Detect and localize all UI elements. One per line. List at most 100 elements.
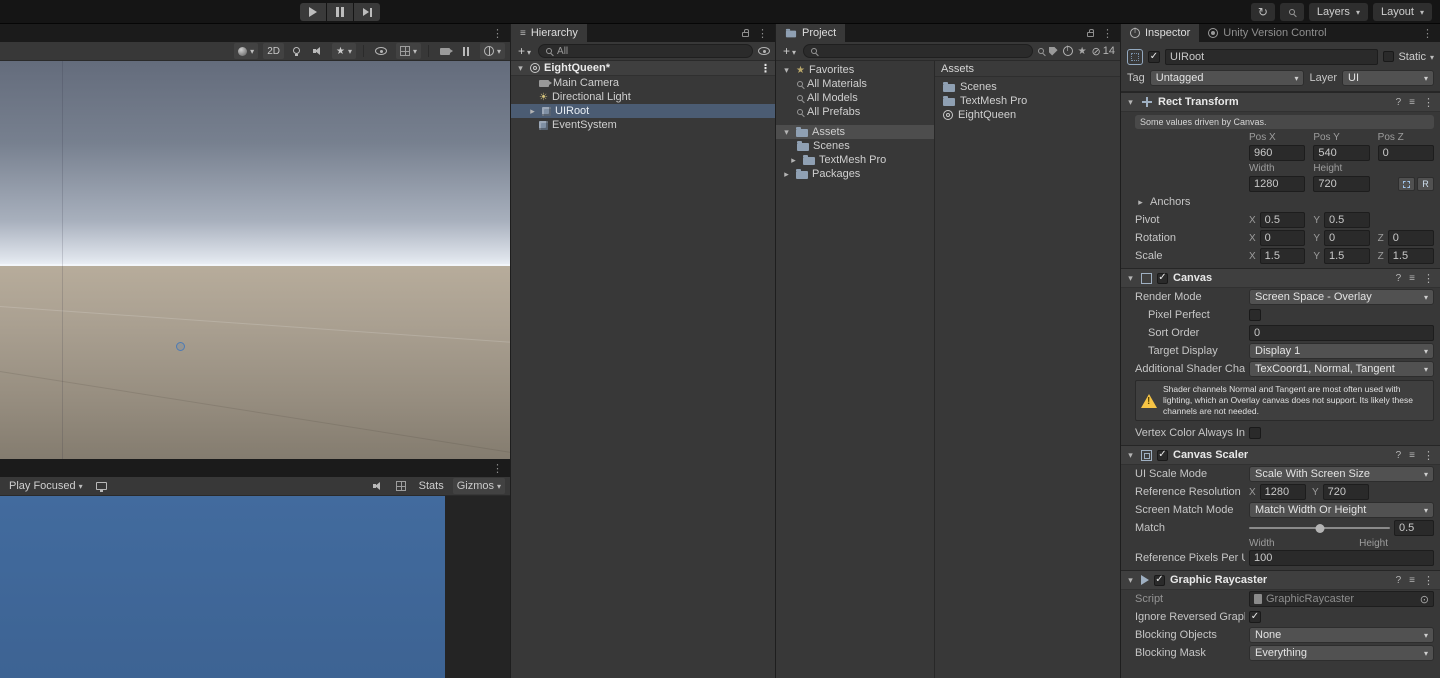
kebab-menu-icon[interactable] bbox=[1423, 449, 1434, 462]
raw-edit-mode-button[interactable]: R bbox=[1416, 177, 1434, 191]
asset-item-scenes[interactable]: Scenes bbox=[935, 80, 1120, 94]
tree-item-favorites[interactable]: Favorites bbox=[776, 63, 934, 77]
help-icon[interactable] bbox=[1396, 574, 1402, 586]
scene-overlays-button[interactable] bbox=[459, 43, 475, 59]
slider-knob[interactable] bbox=[1315, 524, 1324, 534]
search-button[interactable] bbox=[1279, 3, 1304, 21]
hierarchy-scene-row[interactable]: EightQueen* bbox=[511, 61, 775, 76]
play-button[interactable] bbox=[300, 3, 326, 21]
kebab-menu-icon[interactable] bbox=[760, 62, 771, 75]
foldout-arrow-icon[interactable] bbox=[1125, 575, 1136, 586]
render-mode-dropdown[interactable]: Screen Space - Overlay bbox=[1249, 289, 1434, 305]
hierarchy-item-directional-light[interactable]: Directional Light bbox=[511, 90, 775, 104]
blocking-mask-dropdown[interactable]: Everything bbox=[1249, 645, 1434, 662]
foldout-arrow-icon[interactable] bbox=[781, 65, 792, 76]
canvas-enabled-checkbox[interactable] bbox=[1157, 272, 1168, 284]
static-checkbox[interactable] bbox=[1383, 51, 1395, 62]
reference-ppu-field[interactable]: 100 bbox=[1249, 550, 1434, 567]
tree-item-all-materials[interactable]: All Materials bbox=[776, 77, 934, 91]
tree-item-packages[interactable]: Packages bbox=[776, 167, 934, 181]
help-icon[interactable] bbox=[1396, 449, 1402, 461]
scene-visibility-toggle[interactable] bbox=[371, 43, 391, 59]
play-focused-dropdown[interactable]: Play Focused bbox=[5, 478, 87, 494]
vsync-toggle[interactable] bbox=[392, 478, 410, 494]
blocking-objects-dropdown[interactable]: None bbox=[1249, 627, 1434, 644]
create-object-button[interactable]: + bbox=[516, 43, 533, 59]
canvas-scaler-enabled-checkbox[interactable] bbox=[1157, 449, 1168, 461]
script-field[interactable]: GraphicRaycaster bbox=[1249, 591, 1434, 608]
pixel-perfect-checkbox[interactable] bbox=[1249, 309, 1261, 321]
object-picker-icon[interactable] bbox=[1420, 593, 1429, 606]
pivot-x-field[interactable]: 0.5 bbox=[1259, 212, 1306, 228]
kebab-menu-icon[interactable] bbox=[1423, 272, 1434, 285]
pos-x-field[interactable]: 960 bbox=[1249, 145, 1306, 161]
layout-dropdown[interactable]: Layout bbox=[1372, 3, 1432, 21]
foldout-arrow-icon[interactable] bbox=[788, 155, 799, 166]
project-search-input[interactable] bbox=[803, 44, 1033, 58]
gizmos-dropdown-game[interactable]: Gizmos bbox=[452, 478, 505, 494]
foldout-arrow-icon[interactable] bbox=[781, 169, 792, 180]
rotation-z-field[interactable]: 0 bbox=[1387, 230, 1434, 246]
reference-y-field[interactable]: 720 bbox=[1322, 484, 1369, 501]
scale-x-field[interactable]: 1.5 bbox=[1259, 248, 1306, 264]
search-by-label-icon[interactable] bbox=[1048, 46, 1058, 56]
tree-item-textmesh-pro[interactable]: TextMesh Pro bbox=[776, 153, 934, 167]
graphic-raycaster-enabled-checkbox[interactable] bbox=[1154, 574, 1165, 586]
rotation-x-field[interactable]: 0 bbox=[1259, 230, 1306, 246]
save-search-icon[interactable] bbox=[1078, 45, 1087, 57]
stats-button[interactable]: Stats bbox=[415, 478, 448, 494]
display-dropdown[interactable] bbox=[92, 478, 111, 494]
lock-icon[interactable] bbox=[1087, 29, 1094, 37]
foldout-arrow-icon[interactable] bbox=[527, 106, 538, 117]
foldout-arrow-icon[interactable] bbox=[781, 127, 792, 138]
undo-history-button[interactable] bbox=[1250, 3, 1275, 21]
match-value-field[interactable]: 0.5 bbox=[1394, 520, 1434, 537]
hidden-packages-toggle[interactable]: 14 bbox=[1092, 45, 1115, 58]
tab-hierarchy[interactable]: Hierarchy bbox=[511, 24, 587, 42]
canvas-header[interactable]: Canvas bbox=[1121, 269, 1440, 288]
tag-dropdown[interactable]: Untagged bbox=[1149, 69, 1305, 86]
rotation-y-field[interactable]: 0 bbox=[1324, 230, 1370, 246]
asset-item-eightqueen[interactable]: EightQueen bbox=[935, 108, 1120, 122]
vertex-color-checkbox[interactable] bbox=[1249, 427, 1261, 440]
presets-icon[interactable] bbox=[1409, 272, 1415, 284]
help-icon[interactable] bbox=[1396, 272, 1402, 284]
gameobject-name-field[interactable]: UIRoot bbox=[1165, 48, 1379, 65]
hierarchy-search-input[interactable]: All bbox=[538, 44, 753, 58]
anchors-foldout[interactable]: Anchors bbox=[1121, 193, 1440, 211]
ui-scale-mode-dropdown[interactable]: Scale With Screen Size bbox=[1249, 466, 1434, 483]
scale-z-field[interactable]: 1.5 bbox=[1387, 248, 1434, 264]
hierarchy-item-main-camera[interactable]: Main Camera bbox=[511, 76, 775, 90]
gizmos-dropdown[interactable] bbox=[479, 43, 505, 59]
scene-effects-dropdown[interactable] bbox=[331, 43, 356, 59]
step-button[interactable] bbox=[354, 3, 380, 21]
height-field[interactable]: 720 bbox=[1313, 176, 1370, 192]
layers-dropdown[interactable]: Layers bbox=[1308, 3, 1368, 21]
lock-icon[interactable] bbox=[742, 29, 749, 37]
screen-match-mode-dropdown[interactable]: Match Width Or Height bbox=[1249, 502, 1434, 519]
blueprint-mode-button[interactable] bbox=[1397, 177, 1415, 191]
kebab-menu-icon[interactable] bbox=[1423, 574, 1434, 587]
kebab-menu-icon[interactable] bbox=[492, 462, 503, 475]
layer-dropdown[interactable]: UI bbox=[1342, 69, 1434, 86]
tree-item-scenes[interactable]: Scenes bbox=[776, 139, 934, 153]
kebab-menu-icon[interactable] bbox=[1423, 96, 1434, 109]
hierarchy-item-eventsystem[interactable]: EventSystem bbox=[511, 118, 775, 132]
pause-button[interactable] bbox=[327, 3, 353, 21]
presets-icon[interactable] bbox=[1409, 574, 1415, 586]
scale-y-field[interactable]: 1.5 bbox=[1324, 248, 1370, 264]
scene-audio-toggle[interactable] bbox=[309, 43, 327, 59]
active-checkbox[interactable] bbox=[1148, 50, 1160, 63]
draw-mode-dropdown[interactable] bbox=[234, 43, 259, 59]
game-viewport[interactable] bbox=[0, 496, 510, 678]
tab-unity-version-control[interactable]: Unity Version Control bbox=[1199, 24, 1335, 42]
selection-gizmo[interactable] bbox=[176, 342, 185, 351]
kebab-menu-icon[interactable] bbox=[757, 27, 768, 40]
help-icon[interactable] bbox=[1396, 96, 1402, 108]
scene-viewport[interactable] bbox=[0, 61, 510, 459]
presets-icon[interactable] bbox=[1409, 449, 1415, 461]
ignore-reversed-checkbox[interactable] bbox=[1249, 611, 1261, 624]
foldout-arrow-icon[interactable] bbox=[1125, 450, 1136, 461]
rect-transform-header[interactable]: Rect Transform bbox=[1121, 93, 1440, 112]
reference-x-field[interactable]: 1280 bbox=[1259, 484, 1306, 501]
